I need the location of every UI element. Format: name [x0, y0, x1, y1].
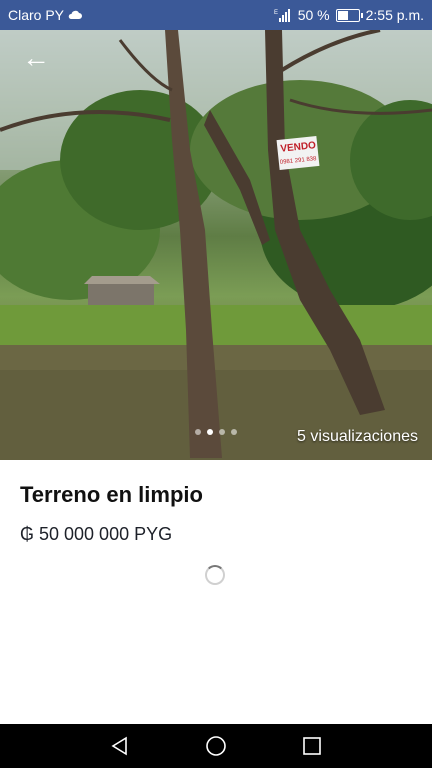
- nav-recent-icon[interactable]: [300, 734, 324, 758]
- clock: 2:55 p.m.: [365, 7, 424, 23]
- sale-sign: VENDO 0981 291 838: [280, 140, 318, 166]
- nav-back-icon[interactable]: [108, 734, 132, 758]
- back-arrow-icon[interactable]: ←: [22, 44, 50, 72]
- signal-icon: E: [274, 9, 290, 22]
- carousel-dot-active[interactable]: [207, 429, 213, 435]
- status-bar: Claro PY E 50 % 2:55 p.m.: [0, 0, 432, 30]
- sign-text-2: 0981 291 838: [280, 156, 318, 166]
- loading-spinner-icon: [205, 565, 225, 585]
- carousel-dot[interactable]: [219, 429, 225, 435]
- battery-percent: 50 %: [297, 7, 330, 23]
- sign-text-1: VENDO: [280, 140, 317, 155]
- status-left: Claro PY: [8, 7, 83, 23]
- photo-scene: [0, 30, 432, 460]
- listing-price: ₲ 50 000 000 PYG: [20, 524, 173, 544]
- view-count: 5 visualizaciones: [297, 428, 418, 445]
- listing-photo[interactable]: VENDO 0981 291 838 ← 5 visualizaciones: [0, 30, 432, 460]
- battery-icon: [335, 8, 363, 22]
- navigation-bar: [0, 724, 432, 768]
- carrier-label: Claro PY: [8, 7, 65, 23]
- nav-home-icon[interactable]: [204, 734, 228, 758]
- status-right: E 50 % 2:55 p.m.: [274, 7, 424, 23]
- carousel-dots: [195, 429, 237, 435]
- cloud-icon: [68, 10, 83, 19]
- listing-title: Terreno en limpio: [20, 482, 203, 507]
- svg-text:E: E: [274, 10, 278, 16]
- carousel-dot[interactable]: [231, 429, 237, 435]
- carousel-dot[interactable]: [195, 429, 201, 435]
